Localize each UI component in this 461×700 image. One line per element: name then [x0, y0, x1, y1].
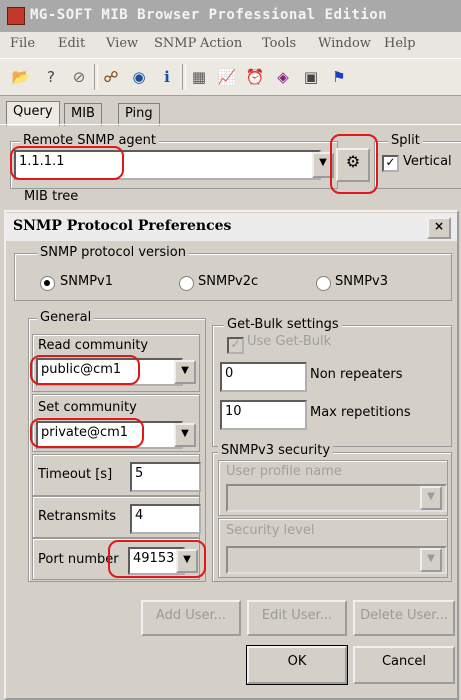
snmpv3-label: SNMPv3: [335, 274, 388, 289]
close-icon[interactable]: ×: [427, 217, 451, 239]
table-icon[interactable]: ▦: [188, 65, 210, 89]
info-icon[interactable]: i: [156, 65, 178, 89]
ok-button[interactable]: OK: [246, 645, 348, 685]
tab-ping[interactable]: Ping: [118, 103, 160, 126]
snmpv1-label: SNMPv1: [60, 274, 113, 289]
max-repetitions-input[interactable]: 10: [220, 400, 307, 430]
device-icon[interactable]: ▣: [300, 65, 322, 89]
port-number-label: Port number: [38, 552, 119, 567]
get-bulk-label: Get-Bulk settings: [224, 317, 342, 332]
delete-user-button[interactable]: Delete User...: [353, 600, 455, 636]
highlight-set-community: [30, 418, 144, 448]
menu-file[interactable]: File: [10, 36, 35, 51]
use-get-bulk-label: Use Get-Bulk: [247, 334, 332, 349]
tab-query[interactable]: Query: [6, 101, 60, 126]
menu-help[interactable]: Help: [384, 36, 416, 51]
highlight-port-number: [108, 540, 206, 578]
menu-edit[interactable]: Edit: [58, 36, 85, 51]
cancel-button[interactable]: Cancel: [353, 646, 455, 684]
menu-action[interactable]: Action: [200, 36, 242, 51]
app-icon: [7, 7, 25, 25]
trap-icon[interactable]: ◈: [272, 65, 294, 89]
protocol-version-label: SNMP protocol version: [37, 245, 189, 260]
user-profile-label: User profile name: [226, 464, 342, 479]
user-profile-select[interactable]: [226, 484, 447, 512]
highlight-agent-address: [10, 146, 124, 180]
set-community-label: Set community: [38, 400, 137, 415]
read-community-dropdown[interactable]: ▼: [174, 360, 196, 384]
alarm-icon[interactable]: ⏰: [244, 65, 266, 89]
toolbar-separator: [94, 64, 98, 90]
edit-user-button[interactable]: Edit User...: [247, 600, 347, 636]
split-label: Split: [388, 133, 423, 148]
toolbar: 📂 ? ⊘ ☍ ◉ i ▦ 📈 ⏰ ◈ ▣ ⚑: [0, 58, 461, 96]
read-community-label: Read community: [38, 338, 149, 353]
non-repeaters-input[interactable]: 0: [220, 362, 307, 392]
radio-snmpv1[interactable]: [40, 276, 55, 291]
window-title: MG-SOFT MIB Browser Professional Edition: [30, 7, 388, 23]
graph-icon[interactable]: 📈: [216, 65, 238, 89]
stop-icon[interactable]: ⊘: [68, 65, 90, 89]
mib-tree-label: MIB tree: [24, 189, 79, 204]
tab-mib[interactable]: MIB: [64, 103, 102, 126]
non-repeaters-label: Non repeaters: [310, 367, 403, 382]
snmpv2c-label: SNMPv2c: [198, 274, 259, 289]
globe-icon[interactable]: ◉: [128, 65, 150, 89]
retransmits-input[interactable]: 4: [130, 504, 201, 534]
timeout-label: Timeout [s]: [38, 467, 113, 482]
help-icon[interactable]: ?: [40, 65, 62, 89]
highlight-read-community: [30, 355, 140, 385]
dialog-title: SNMP Protocol Preferences: [13, 218, 232, 234]
menu-view[interactable]: View: [106, 36, 138, 51]
window-title-bar: MG-SOFT MIB Browser Professional Edition: [0, 0, 461, 32]
flag-icon[interactable]: ⚑: [328, 65, 350, 89]
radio-snmpv3[interactable]: [316, 276, 331, 291]
vertical-label: Vertical: [403, 154, 452, 169]
radio-snmpv2c[interactable]: [179, 276, 194, 291]
menu-window[interactable]: Window: [318, 36, 371, 51]
tree-icon[interactable]: ☍: [100, 65, 122, 89]
toolbar-separator: [182, 64, 186, 90]
dialog-title-bar: SNMP Protocol Preferences ×: [5, 213, 457, 241]
highlight-properties-button: [330, 134, 378, 194]
vertical-checkbox[interactable]: ✓: [382, 155, 399, 172]
timeout-input[interactable]: 5: [130, 462, 201, 492]
add-user-button[interactable]: Add User...: [141, 600, 241, 636]
menu-tools[interactable]: Tools: [262, 36, 296, 51]
set-community-dropdown[interactable]: ▼: [174, 423, 196, 447]
snmpv3-security-label: SNMPv3 security: [218, 443, 334, 458]
menu-snmp[interactable]: SNMP: [154, 36, 196, 51]
tab-strip-line: [0, 124, 461, 125]
max-repetitions-label: Max repetitions: [310, 405, 411, 420]
general-label: General: [37, 310, 95, 325]
security-level-dropdown[interactable]: ▼: [420, 548, 442, 572]
menu-bar: File Edit View SNMP Action Tools Window …: [0, 32, 461, 58]
security-level-select[interactable]: [226, 546, 447, 574]
user-profile-dropdown[interactable]: ▼: [420, 486, 442, 510]
retransmits-label: Retransmits: [38, 509, 117, 524]
use-get-bulk-checkbox[interactable]: ✓: [227, 337, 244, 354]
open-icon[interactable]: 📂: [10, 65, 32, 89]
security-level-label: Security level: [226, 523, 315, 538]
